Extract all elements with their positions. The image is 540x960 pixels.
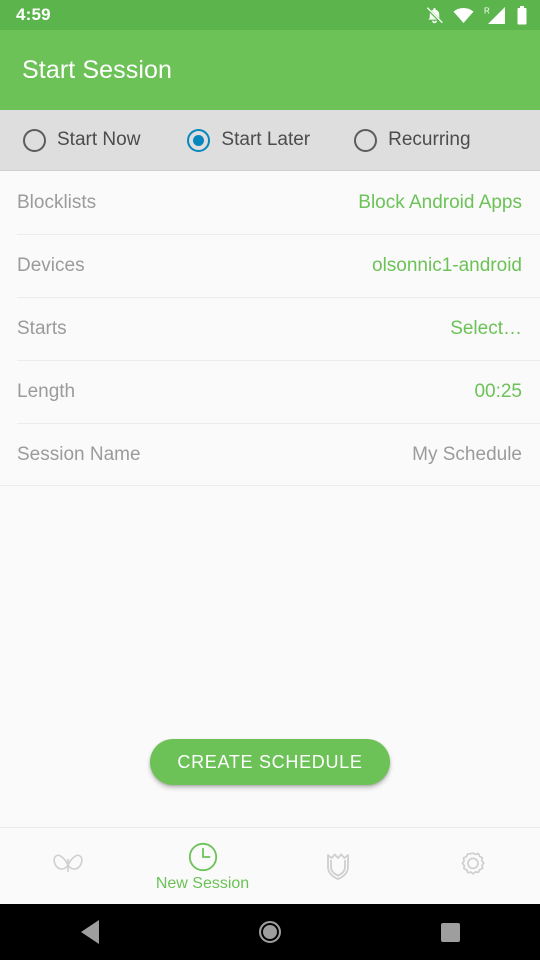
content-spacer (0, 486, 540, 739)
android-home-button[interactable] (180, 921, 360, 943)
app-root: 4:59 R Start Session Start Now Start Lat… (0, 0, 540, 960)
row-blocklists[interactable]: Blocklists Block Android Apps (0, 171, 540, 234)
primary-action-area: CREATE SCHEDULE (0, 739, 540, 827)
row-blocklists-label: Blocklists (17, 191, 97, 213)
row-length[interactable]: Length 00:25 (0, 360, 540, 423)
android-back-button[interactable] (0, 920, 180, 944)
row-length-label: Length (17, 380, 76, 402)
page-title: Start Session (22, 55, 172, 84)
svg-text:R: R (484, 6, 490, 15)
status-bar-clock: 4:59 (16, 5, 51, 24)
gear-icon (457, 849, 489, 881)
row-session-name-value[interactable]: My Schedule (412, 444, 522, 466)
create-schedule-button[interactable]: CREATE SCHEDULE (150, 739, 390, 785)
butterfly-icon (51, 852, 85, 878)
bottom-navigation: New Session (0, 827, 540, 904)
app-bar: Start Session (0, 30, 540, 110)
back-triangle-icon (81, 920, 99, 944)
radio-start-now-label: Start Now (57, 129, 141, 150)
radio-start-now[interactable]: Start Now (23, 128, 141, 152)
row-devices[interactable]: Devices olsonnic1-android (0, 234, 540, 297)
row-blocklists-value[interactable]: Block Android Apps (358, 192, 522, 214)
recents-square-icon (440, 922, 460, 942)
session-mode-selector: Start Now Start Later Recurring (0, 110, 540, 171)
radio-recurring[interactable]: Recurring (354, 128, 471, 152)
radio-start-later-label: Start Later (221, 129, 311, 150)
android-system-navigation (0, 904, 540, 960)
session-form-list: Blocklists Block Android Apps Devices ol… (0, 171, 540, 486)
radio-start-now-mark[interactable] (23, 128, 46, 152)
battery-icon (516, 5, 528, 25)
nav-item-protection[interactable] (270, 828, 405, 904)
home-circle-icon (259, 921, 281, 943)
status-bar-icons: R (425, 5, 528, 25)
cellular-signal-roaming-icon: R (483, 6, 507, 25)
nav-item-new-session-label: New Session (155, 874, 250, 892)
android-recents-button[interactable] (360, 922, 540, 942)
clock-icon (187, 841, 219, 873)
row-starts-label: Starts (17, 317, 67, 339)
radio-start-later[interactable]: Start Later (187, 128, 311, 152)
row-starts-value[interactable]: Select… (450, 318, 522, 340)
row-session-name[interactable]: Session Name My Schedule (0, 423, 540, 486)
radio-recurring-mark[interactable] (354, 128, 378, 152)
row-devices-value[interactable]: olsonnic1-android (372, 255, 522, 277)
radio-recurring-label: Recurring (388, 129, 471, 150)
radio-start-later-mark[interactable] (187, 128, 211, 152)
wifi-icon (453, 7, 474, 24)
row-length-value[interactable]: 00:25 (474, 381, 522, 403)
nav-item-settings[interactable] (405, 828, 540, 904)
shield-icon (323, 849, 353, 881)
row-session-name-label: Session Name (17, 443, 141, 465)
row-starts[interactable]: Starts Select… (0, 297, 540, 360)
bell-off-icon (425, 6, 444, 25)
nav-item-new-session[interactable]: New Session (135, 828, 270, 904)
row-devices-label: Devices (17, 254, 85, 276)
nav-item-blocklists[interactable] (0, 828, 135, 904)
status-bar: 4:59 R (0, 0, 540, 30)
